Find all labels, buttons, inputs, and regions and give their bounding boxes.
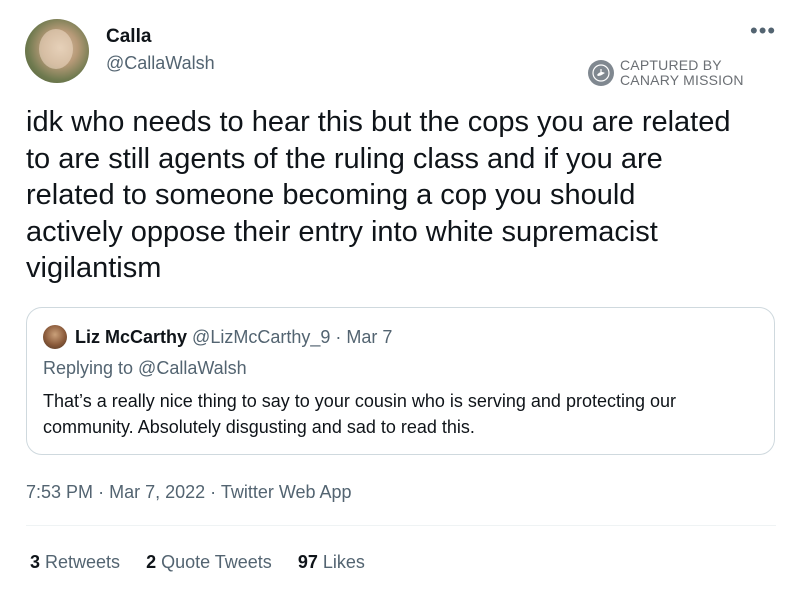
canary-bird-icon (588, 60, 614, 86)
divider (26, 525, 776, 526)
author-handle[interactable]: @CallaWalsh (106, 53, 215, 74)
canary-caption-line2: CANARY MISSION (620, 72, 744, 88)
tweet-text: idk who needs to hear this but the cops … (26, 104, 786, 287)
tweet-text-line: to are still agents of the ruling class … (26, 142, 663, 175)
meta-separator: · (210, 482, 217, 502)
quote-tweets-label: Quote Tweets (161, 552, 272, 572)
engagement-stats: 3 Retweets 2 Quote Tweets 97 Likes (30, 552, 391, 573)
quoted-tweet-text: That’s a really nice thing to say to you… (43, 388, 758, 440)
tweet-metadata: 7:53 PM · Mar 7, 2022 · Twitter Web App (26, 482, 352, 503)
quoted-author-name: Liz McCarthy (75, 327, 188, 347)
tweet: Calla @CallaWalsh ••• CAPTURED BY CANARY… (0, 0, 800, 595)
retweets-label: Retweets (45, 552, 121, 572)
quoted-separator: · (335, 327, 342, 347)
tweet-text-line: vigilantism (26, 252, 162, 284)
tweet-text-line: related to someone becoming a cop you sh… (26, 179, 636, 211)
quoted-author-handle: @LizMcCarthy_9 (192, 327, 331, 347)
canary-watermark: CAPTURED BY CANARY MISSION (588, 58, 744, 88)
tweet-text-line: actively oppose their entry into white s… (26, 215, 658, 248)
meta-separator: · (98, 482, 105, 502)
quoted-text-line: That’s a really nice thing to say to you… (43, 391, 677, 411)
avatar[interactable] (25, 19, 89, 83)
tweet-text-line: idk who needs to hear this but the cops … (26, 106, 731, 138)
likes-stat[interactable]: 97 Likes (298, 552, 365, 573)
likes-label: Likes (322, 552, 365, 572)
quote-tweets-count: 2 (146, 552, 157, 572)
replying-to-label: Replying to @CallaWalsh (43, 358, 247, 378)
tweet-time[interactable]: 7:53 PM (26, 482, 93, 502)
quoted-avatar (43, 325, 67, 349)
quoted-text-line: community. Absolutely disgusting and sad… (43, 417, 475, 437)
retweets-count: 3 (30, 552, 41, 572)
quoted-date: Mar 7 (346, 327, 393, 347)
source-app-link[interactable]: Twitter Web App (221, 482, 352, 502)
author-display-name[interactable]: Calla (106, 26, 151, 48)
canary-caption: CAPTURED BY CANARY MISSION (620, 58, 744, 88)
quoted-tweet-header: Liz McCarthy @LizMcCarthy_9 · Mar 7 (75, 327, 392, 348)
canary-caption-line1: CAPTURED BY (620, 57, 722, 73)
more-options-icon[interactable]: ••• (750, 20, 776, 44)
likes-count: 97 (297, 552, 318, 572)
tweet-date[interactable]: Mar 7, 2022 (109, 482, 205, 502)
quote-tweets-stat[interactable]: 2 Quote Tweets (146, 552, 272, 573)
quoted-tweet-card[interactable]: Liz McCarthy @LizMcCarthy_9 · Mar 7 Repl… (26, 307, 775, 455)
retweets-stat[interactable]: 3 Retweets (30, 552, 120, 573)
